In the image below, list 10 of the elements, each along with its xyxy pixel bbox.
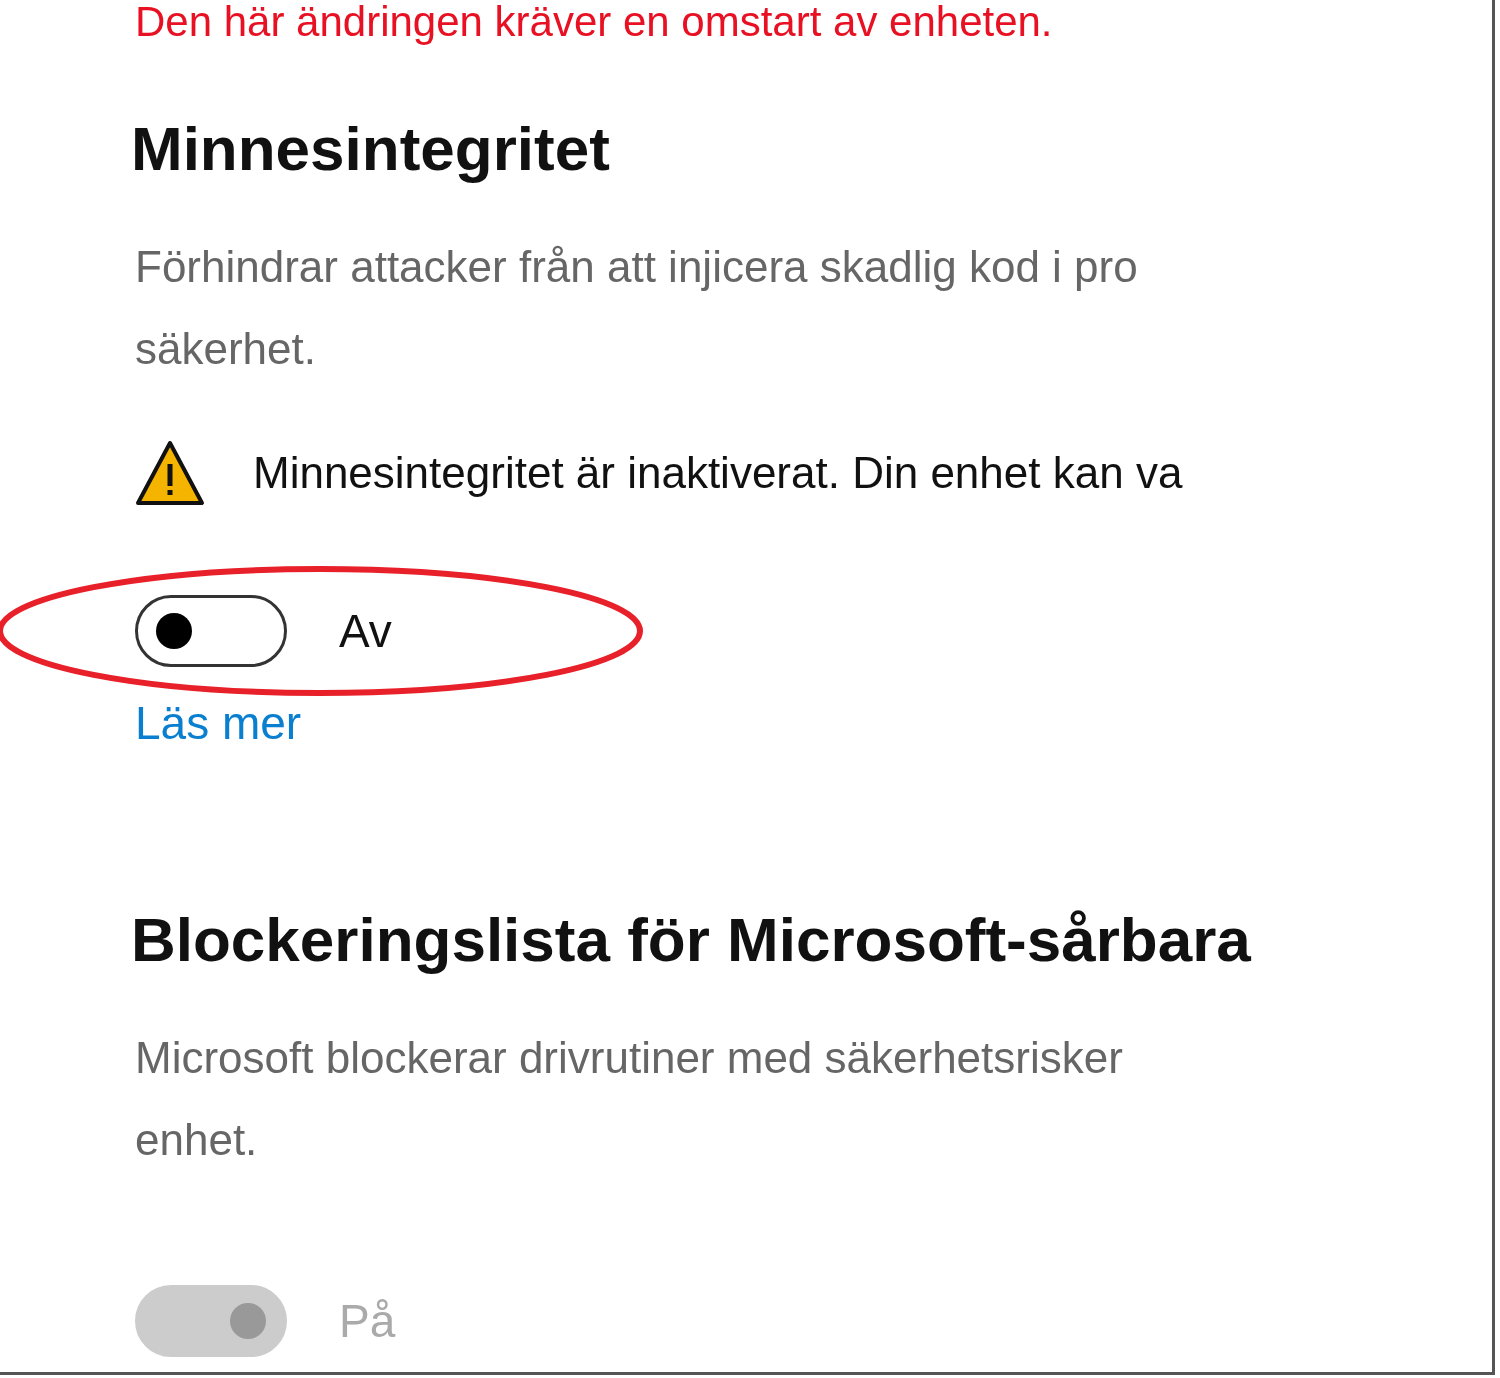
section-heading: Blockeringslista för Microsoft-sårbara bbox=[131, 905, 1252, 975]
warning-message: Minnesintegritet är inaktiverat. Din enhet kan va bbox=[253, 448, 1183, 498]
section-description: Förhindrar attacker från att injicera skadlig kod i pro säkerhet. bbox=[135, 241, 1139, 375]
warning-icon bbox=[135, 440, 205, 506]
section-description: Microsoft blockerar drivrutiner med säkerhetsrisker enhet. bbox=[135, 1032, 1124, 1166]
learn-more-link[interactable]: Läs mer bbox=[135, 696, 302, 750]
restart-notice: Den här ändringen kräver en omstart av enheten. bbox=[135, 0, 1054, 44]
toggle-label: Av bbox=[339, 604, 392, 658]
toggle-label: På bbox=[339, 1294, 396, 1348]
section-heading: Minnesintegritet bbox=[131, 114, 611, 184]
